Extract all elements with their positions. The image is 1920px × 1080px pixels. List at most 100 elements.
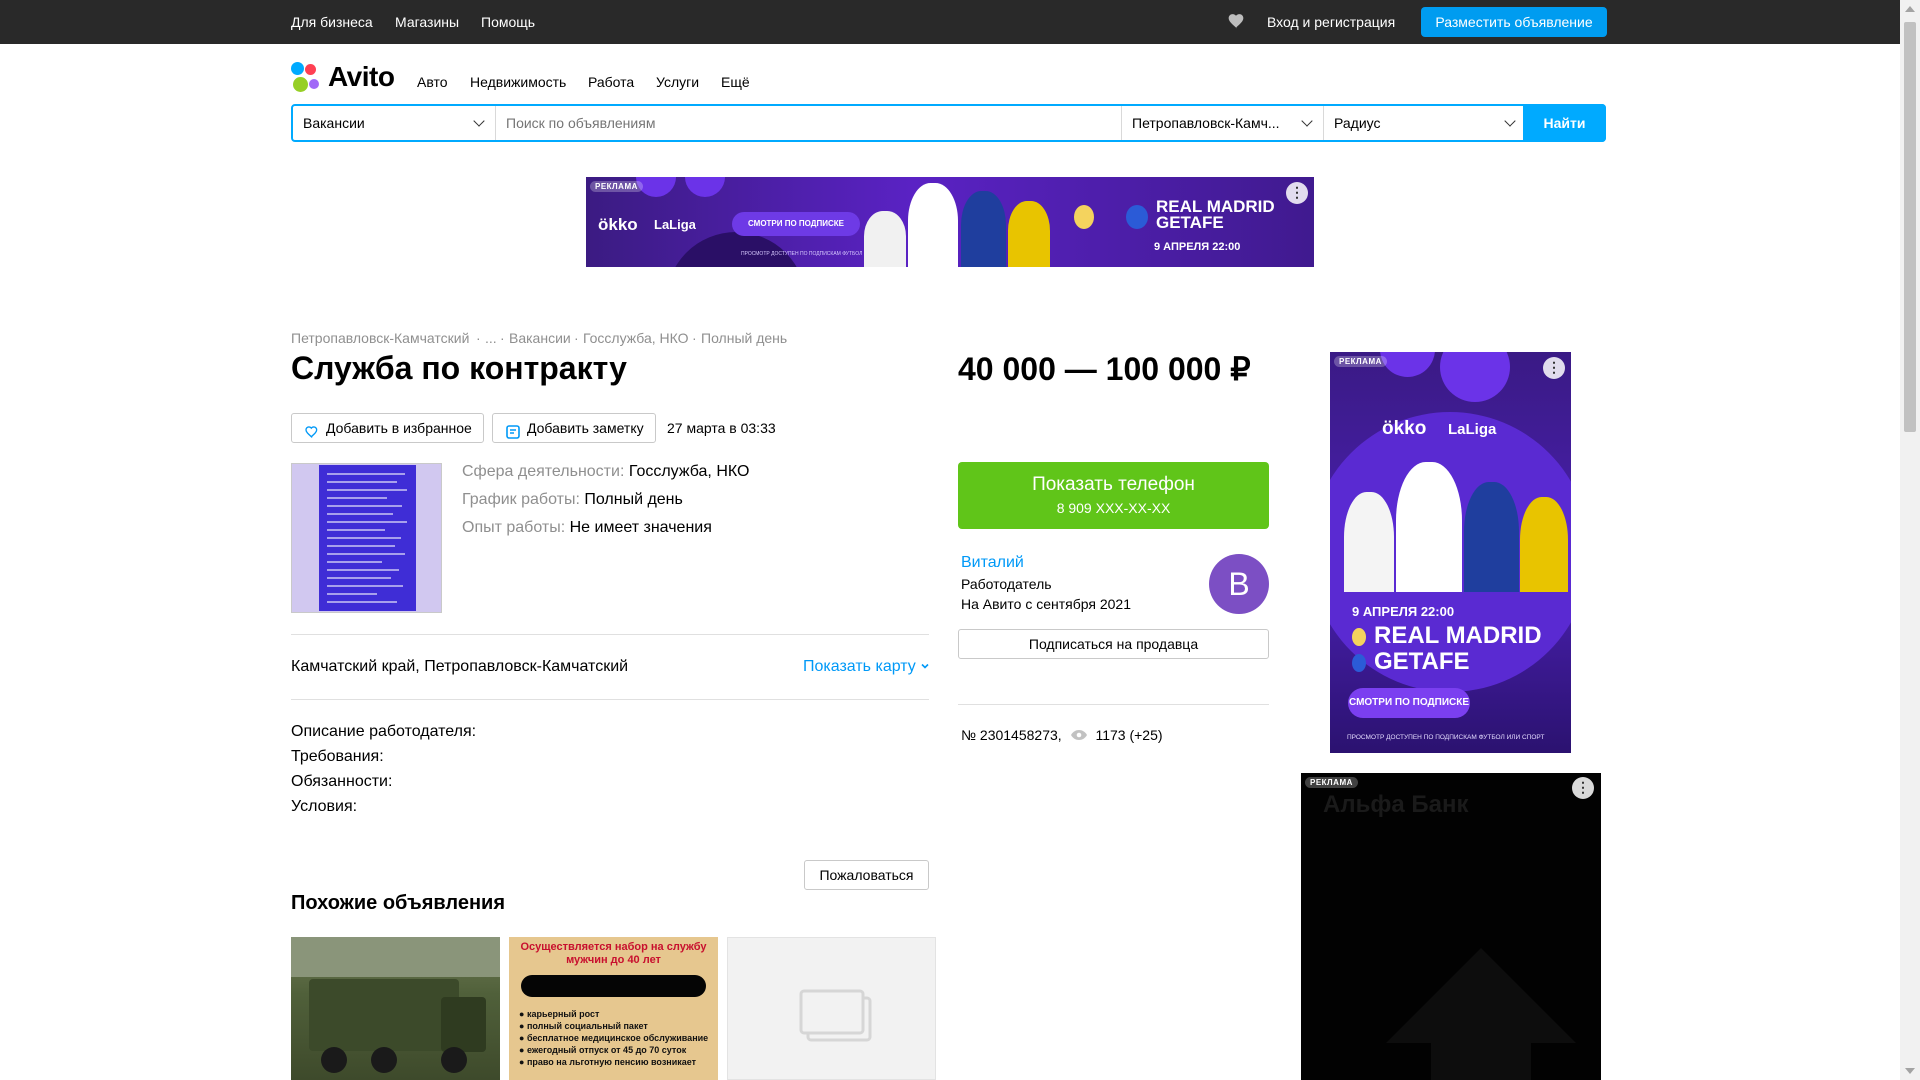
page-title: Служба по контракту bbox=[291, 350, 627, 386]
truck-cab-image bbox=[441, 997, 486, 1052]
recruit-bullet: ● карьерный рост bbox=[519, 1009, 600, 1019]
complain-button[interactable]: Пожаловаться bbox=[804, 860, 929, 890]
ad-match-date: 9 АПРЕЛЯ 22:00 bbox=[1352, 604, 1455, 619]
image-placeholder-icon bbox=[798, 988, 874, 1049]
login-link[interactable]: Вход и регистрация bbox=[1267, 14, 1395, 30]
logo-dot-green-icon bbox=[293, 77, 308, 92]
ad-more-icon[interactable]: ⋮ bbox=[1543, 357, 1565, 379]
ad-player-image bbox=[1396, 462, 1462, 592]
phone-masked: 8 909 XXX-XX-XX bbox=[1056, 500, 1171, 516]
nav-real-estate[interactable]: Недвижимость bbox=[470, 74, 566, 90]
real-madrid-crest-icon bbox=[1352, 628, 1366, 646]
ad-tag: РЕКЛАМА bbox=[590, 181, 643, 192]
ad-player-image bbox=[908, 183, 958, 267]
ad-player-image bbox=[1344, 492, 1394, 592]
category-select-value: Вакансии bbox=[303, 115, 365, 131]
search-input[interactable] bbox=[496, 107, 1121, 139]
listing-photo[interactable] bbox=[291, 463, 442, 613]
param-sphere-value: Госслужба, НКО bbox=[628, 463, 750, 480]
search-input-wrap[interactable] bbox=[496, 106, 1122, 140]
ad-tag: РЕКЛАМА bbox=[1305, 777, 1358, 788]
truck-body-image bbox=[309, 979, 459, 1051]
search-bar: Вакансии Петропавловск-Камч... Радиус bbox=[291, 104, 1606, 142]
banner-ad[interactable]: РЕКЛАМА ökko LaLiga СМОТРИ ПО ПОДПИСКЕ П… bbox=[586, 177, 1314, 267]
redacted-block bbox=[521, 975, 706, 997]
breadcrumb-sep-dot: · bbox=[500, 330, 505, 346]
ad-cta-button[interactable]: СМОТРИ ПО ПОДПИСКЕ bbox=[732, 212, 860, 236]
show-map-link[interactable]: Показать карту bbox=[803, 658, 930, 676]
similar-card-placeholder[interactable] bbox=[727, 937, 936, 1080]
add-note-button[interactable]: Добавить заметку bbox=[492, 413, 656, 443]
nav-services[interactable]: Услуги bbox=[656, 74, 699, 90]
ad-player-image bbox=[961, 191, 1006, 267]
subscribe-seller-button[interactable]: Подписаться на продавца bbox=[958, 629, 1269, 659]
breadcrumb-sep-dot: · bbox=[692, 330, 697, 346]
ad-more-icon[interactable]: ⋮ bbox=[1572, 777, 1594, 799]
chevron-down-icon bbox=[921, 663, 929, 669]
okko-logo: ökko bbox=[598, 215, 638, 234]
ad-cta-button[interactable]: СМОТРИ ПО ПОДПИСКЕ bbox=[1348, 688, 1470, 718]
publish-date: 27 марта в 03:33 bbox=[667, 420, 776, 436]
description-employer: Описание работодателя: bbox=[291, 723, 477, 740]
nav-more[interactable]: Ещё bbox=[721, 74, 750, 90]
similar-card-truck[interactable] bbox=[291, 937, 500, 1080]
vertical-scrollbar[interactable] bbox=[1900, 0, 1920, 1080]
okko-logo: ökko bbox=[1382, 418, 1427, 439]
show-phone-label: Показать телефон bbox=[1032, 474, 1195, 495]
price: 40 000 — 100 000 ₽ bbox=[958, 351, 1251, 387]
add-favorite-button[interactable]: Добавить в избранное bbox=[291, 413, 484, 443]
seller-since: На Авито с сентября 2021 bbox=[961, 596, 1131, 612]
scroll-down-arrow-icon[interactable] bbox=[1905, 1068, 1915, 1074]
breadcrumb-more[interactable]: ... bbox=[485, 330, 497, 346]
side-ad-okko[interactable]: РЕКЛАМА ⋮ ökko LaLiga 9 АПРЕЛЯ 22:00 REA… bbox=[1330, 352, 1571, 753]
favorites-heart-icon[interactable] bbox=[1227, 11, 1247, 36]
shops-link[interactable]: Магазины bbox=[395, 14, 459, 30]
radius-select-value: Радиус bbox=[1334, 115, 1381, 131]
logo-text: Avito bbox=[328, 61, 395, 92]
scrollbar-thumb[interactable] bbox=[1904, 22, 1916, 432]
ad-match-line2: GETAFE bbox=[1156, 213, 1224, 232]
note-icon bbox=[505, 421, 521, 449]
breadcrumb-city[interactable]: Петропавловск-Камчатский bbox=[291, 330, 469, 346]
heart-outline-icon bbox=[304, 421, 320, 449]
side-ad-alfa[interactable]: РЕКЛАМА ⋮ Альфа Банк bbox=[1301, 773, 1601, 1080]
search-button[interactable]: Найти bbox=[1523, 104, 1606, 142]
seller-name-link[interactable]: Виталий bbox=[961, 554, 1024, 572]
similar-card-recruitment[interactable]: Осуществляется набор на службу мужчин до… bbox=[509, 937, 718, 1080]
chevron-down-icon bbox=[473, 115, 485, 127]
param-experience-label: Опыт работы: bbox=[462, 519, 566, 536]
ad-more-icon[interactable]: ⋮ bbox=[1286, 182, 1308, 204]
listing-id: № 2301458273, bbox=[961, 727, 1062, 743]
alfa-logo-stem bbox=[1431, 1043, 1531, 1080]
for-business-link[interactable]: Для бизнеса bbox=[291, 14, 373, 30]
show-map-label: Показать карту bbox=[803, 658, 916, 675]
getafe-crest-icon bbox=[1126, 205, 1148, 229]
breadcrumb-sphere[interactable]: Госслужба, НКО bbox=[583, 330, 689, 346]
divider bbox=[958, 704, 1269, 705]
photo-sky bbox=[291, 937, 500, 977]
ad-match-line1: REAL MADRID bbox=[1374, 622, 1542, 649]
logo-dot-purple-icon bbox=[309, 79, 319, 89]
nav-auto[interactable]: Авто bbox=[417, 74, 448, 90]
ad-decor-circle bbox=[1440, 352, 1510, 402]
category-select[interactable]: Вакансии bbox=[293, 106, 496, 140]
laliga-logo: LaLiga bbox=[654, 217, 696, 232]
recruit-line1: Осуществляется набор на службу bbox=[520, 941, 707, 953]
recruit-line2: мужчин до 40 лет bbox=[566, 954, 661, 966]
post-ad-button[interactable]: Разместить объявление bbox=[1421, 7, 1607, 37]
truck-wheel-image bbox=[321, 1047, 347, 1073]
param-schedule-label: График работы: bbox=[462, 491, 580, 508]
city-select[interactable]: Петропавловск-Камч... bbox=[1122, 106, 1324, 140]
show-phone-button[interactable]: Показать телефон 8 909 XXX-XX-XX bbox=[958, 462, 1269, 529]
nav-jobs[interactable]: Работа bbox=[588, 74, 634, 90]
alfa-ad-title: Альфа Банк bbox=[1323, 791, 1469, 818]
recruit-bullet: ● право на льготную пенсию возникает bbox=[519, 1057, 697, 1067]
breadcrumb-vacancies[interactable]: Вакансии bbox=[509, 330, 571, 346]
breadcrumb-schedule[interactable]: Полный день bbox=[701, 330, 787, 346]
scroll-up-arrow-icon[interactable] bbox=[1905, 6, 1915, 12]
help-link[interactable]: Помощь bbox=[481, 14, 535, 30]
param-schedule-value: Полный день bbox=[584, 491, 683, 508]
ad-match-date: 9 АПРЕЛЯ 22:00 bbox=[1154, 241, 1241, 253]
avatar[interactable]: В bbox=[1209, 554, 1269, 614]
radius-select[interactable]: Радиус bbox=[1324, 106, 1526, 140]
